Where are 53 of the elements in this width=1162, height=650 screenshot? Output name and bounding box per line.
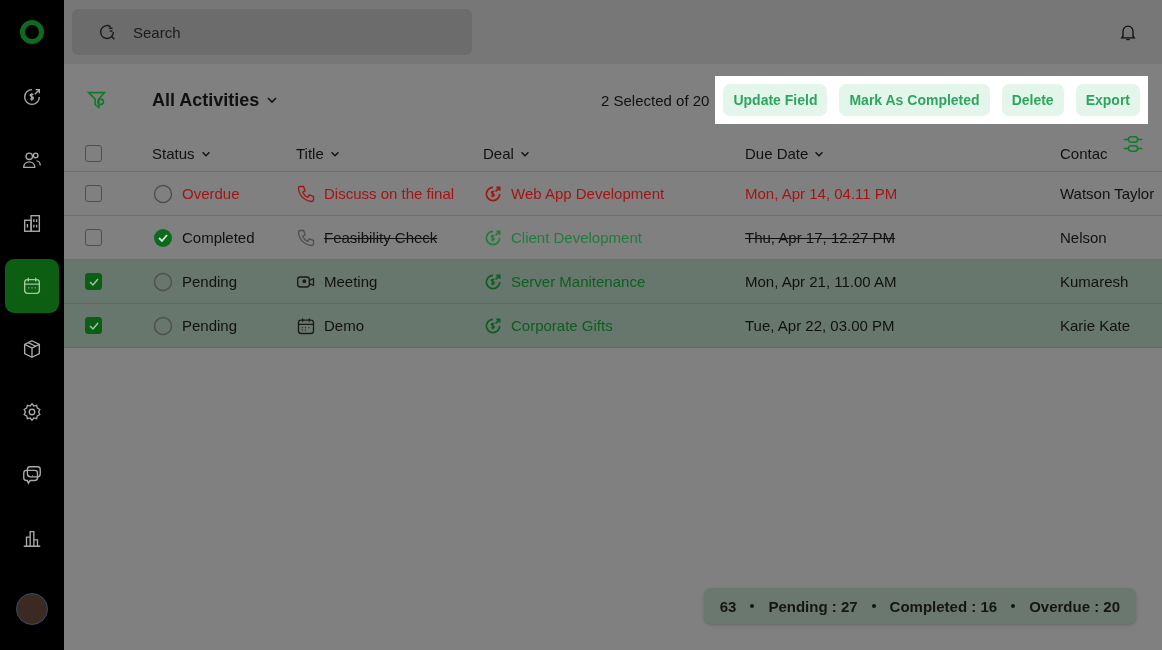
action-button[interactable]: Update Field — [723, 84, 828, 116]
activity-title[interactable]: Feasibility Check — [324, 229, 438, 246]
contact-name: Karie Kate — [1060, 317, 1131, 334]
settings-icon — [21, 401, 43, 423]
building-icon — [21, 212, 43, 234]
row-checkbox[interactable] — [85, 317, 102, 334]
activity-title[interactable]: Demo — [324, 317, 364, 334]
column-header[interactable]: Contac — [1060, 145, 1108, 162]
row-checkbox[interactable] — [85, 185, 102, 202]
phone-icon — [296, 227, 316, 248]
people-icon — [21, 149, 43, 171]
due-date: Mon, Apr 21, 11.00 AM — [745, 273, 897, 290]
summary-count: Pending : 27 — [768, 597, 858, 615]
summary-count: Overdue : 20 — [1029, 597, 1120, 615]
summary-count: 63 — [719, 597, 737, 615]
column-header[interactable]: Status — [152, 145, 212, 162]
phone-icon — [296, 183, 316, 204]
due-date: Mon, Apr 14, 04.11 PM — [745, 185, 898, 202]
check-circle-icon[interactable] — [152, 226, 174, 249]
contact-name: Nelson — [1060, 229, 1107, 246]
action-button[interactable]: Delete — [1001, 84, 1064, 116]
selection-count: 2 Selected of 20 — [601, 91, 710, 109]
table-row[interactable]: Pending Demo Corporate Gifts Tue, Apr 22, 03.00 PM Karie Kate — [64, 304, 1162, 348]
logo-icon — [19, 19, 45, 45]
contact-name: Watson Taylor — [1060, 185, 1155, 202]
action-button[interactable]: Mark As Completed — [839, 84, 990, 116]
action-button[interactable]: Export — [1075, 84, 1140, 116]
avatar[interactable] — [16, 593, 48, 625]
column-header[interactable]: Title — [296, 145, 341, 162]
view-dropdown[interactable]: All Activities — [152, 89, 280, 111]
row-checkbox[interactable] — [85, 273, 102, 290]
summary-count: Completed : 16 — [889, 597, 998, 615]
contact-name: Kumaresh — [1060, 273, 1129, 290]
sidebar-nav-item[interactable] — [5, 259, 59, 313]
due-date: Thu, Apr 17, 12.27 PM — [745, 229, 896, 246]
dollar-coin-icon — [21, 86, 43, 108]
circle-icon[interactable] — [152, 182, 174, 205]
select-all-checkbox[interactable] — [85, 145, 102, 162]
table-row[interactable]: Overdue Discuss on the final Web App Development Mon, Apr 14, 04.11 PM Watson Taylor — [64, 172, 1162, 216]
status-text: Pending — [182, 317, 238, 334]
column-header[interactable]: Due Date — [745, 145, 826, 162]
search-field[interactable]: Search — [72, 9, 472, 55]
status-text: Pending — [182, 273, 238, 290]
calendar-icon — [21, 275, 43, 297]
chat-icon — [21, 464, 43, 486]
status-text: Overdue — [182, 185, 240, 202]
due-date: Tue, Apr 22, 03.00 PM — [745, 317, 895, 334]
row-checkbox[interactable] — [85, 229, 102, 246]
status-text: Completed — [182, 229, 255, 246]
activity-title[interactable]: Meeting — [324, 273, 378, 290]
column-header[interactable]: Deal — [483, 145, 531, 162]
table-row[interactable]: Pending Meeting Server Manitenance Mon, Apr 21, 11.00 AM Kumaresh — [64, 260, 1162, 304]
box-icon — [21, 338, 43, 360]
